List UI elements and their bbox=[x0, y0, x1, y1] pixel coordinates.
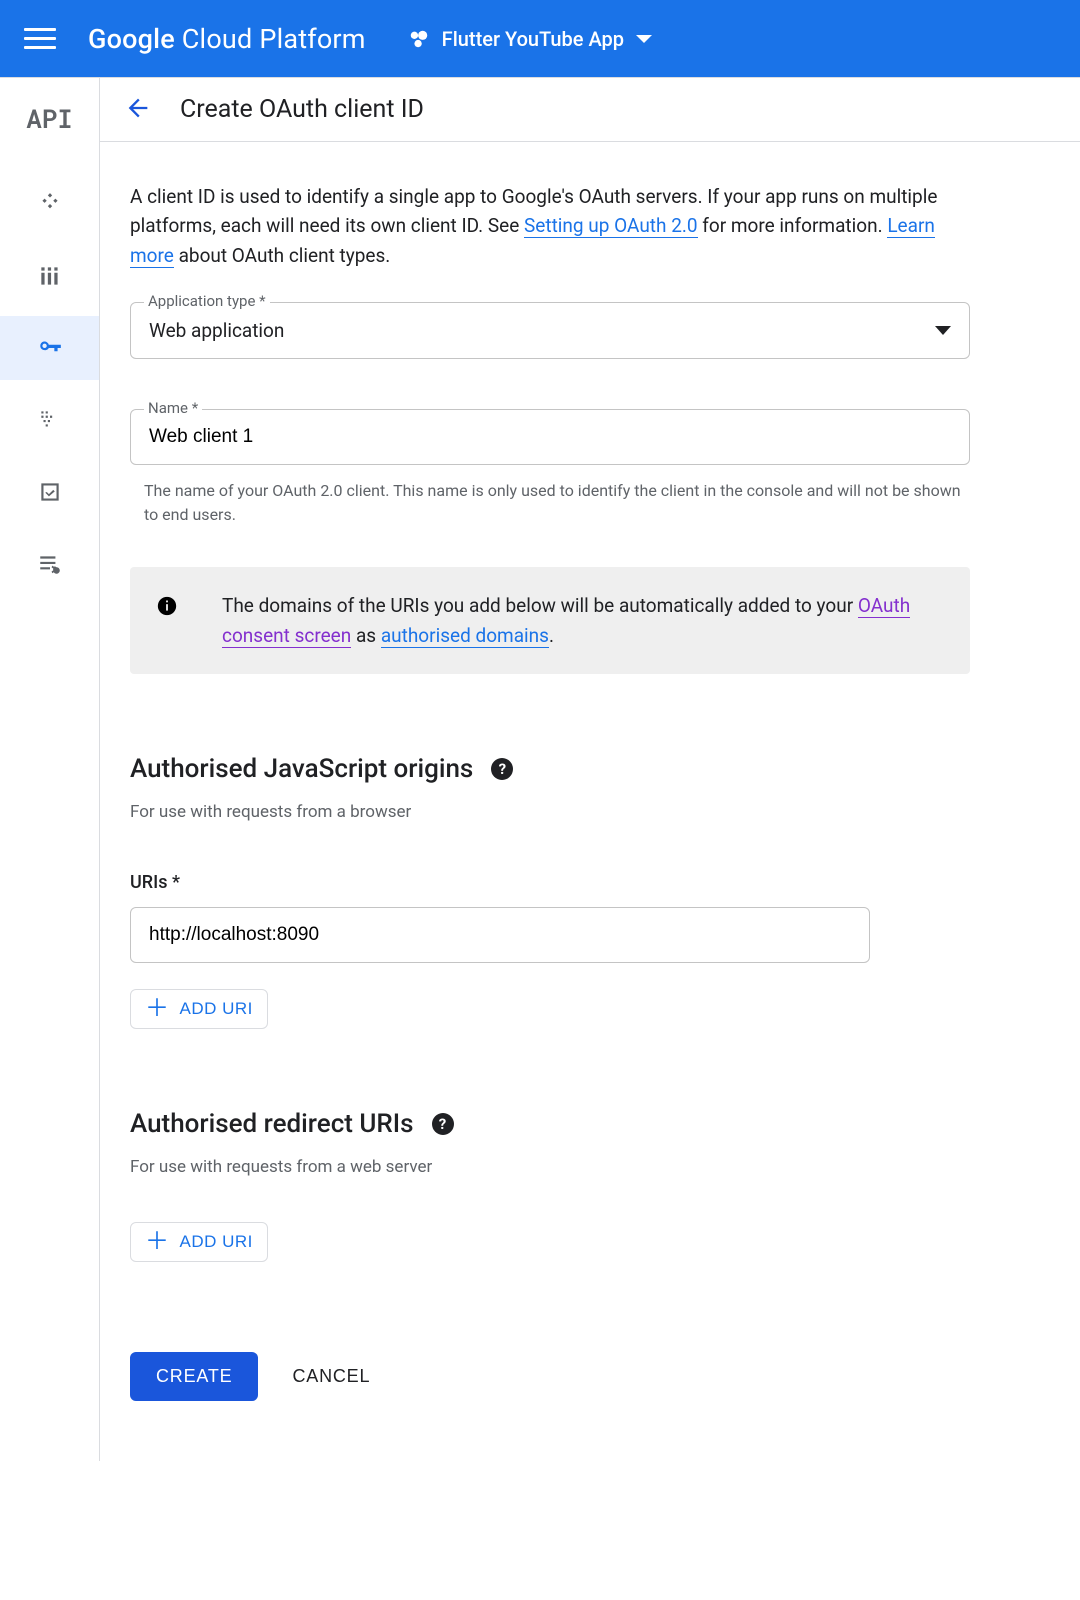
create-button[interactable]: CREATE bbox=[130, 1352, 258, 1401]
intro-text: for more information. bbox=[702, 214, 887, 237]
rail-item-oauth-consent[interactable] bbox=[0, 388, 99, 452]
project-picker[interactable]: Flutter YouTube App bbox=[408, 27, 652, 51]
section-js-origins: Authorised JavaScript origins ? bbox=[130, 754, 970, 784]
project-hex-icon bbox=[408, 28, 430, 50]
top-bar: Google Cloud Platform Flutter YouTube Ap… bbox=[0, 0, 1080, 78]
name-input[interactable] bbox=[130, 409, 970, 465]
help-icon[interactable]: ? bbox=[432, 1113, 454, 1135]
add-uri-label: ADD URI bbox=[180, 1232, 253, 1252]
caret-down-icon bbox=[636, 35, 652, 43]
add-uri-button-redirects[interactable]: ＋ ADD URI bbox=[130, 1222, 268, 1262]
main: Create OAuth client ID A client ID is us… bbox=[100, 78, 1080, 1461]
info-text: The domains of the URIs you add below wi… bbox=[222, 591, 944, 650]
key-icon bbox=[37, 335, 63, 361]
brand-rest: Cloud Platform bbox=[175, 23, 366, 55]
consent-icon bbox=[37, 407, 63, 433]
intro-text: about OAuth client types. bbox=[179, 244, 391, 267]
form-actions: CREATE CANCEL bbox=[130, 1352, 970, 1401]
rail-item-page-usage[interactable] bbox=[0, 532, 99, 596]
plus-icon: ＋ bbox=[145, 997, 170, 1021]
uris-label: URIs * bbox=[130, 872, 970, 893]
section-redirect-uris: Authorised redirect URIs ? bbox=[130, 1109, 970, 1139]
js-origins-heading: Authorised JavaScript origins bbox=[130, 754, 473, 784]
arrow-left-icon bbox=[124, 94, 152, 122]
info-box: The domains of the URIs you add below wi… bbox=[130, 567, 970, 674]
link-setup-oauth[interactable]: Setting up OAuth 2.0 bbox=[524, 214, 698, 238]
list-settings-icon bbox=[37, 551, 63, 577]
dropdown-caret-icon bbox=[935, 326, 951, 335]
brand-word-google: Google bbox=[88, 23, 175, 55]
name-helper-text: The name of your OAuth 2.0 client. This … bbox=[144, 479, 966, 527]
intro-paragraph: A client ID is used to identify a single… bbox=[130, 182, 970, 270]
field-client-name: Name * bbox=[130, 409, 970, 465]
plus-icon: ＋ bbox=[145, 1230, 170, 1254]
page-title: Create OAuth client ID bbox=[180, 95, 424, 124]
app-type-label: Application type * bbox=[144, 292, 270, 310]
link-authorised-domains[interactable]: authorised domains bbox=[381, 624, 549, 648]
content: A client ID is used to identify a single… bbox=[100, 142, 1000, 1461]
app-type-value: Web application bbox=[149, 319, 284, 342]
check-box-icon bbox=[37, 479, 63, 505]
rail-item-dashboard[interactable] bbox=[0, 172, 99, 236]
page-header: Create OAuth client ID bbox=[100, 78, 1080, 142]
cancel-button[interactable]: CANCEL bbox=[292, 1366, 370, 1387]
api-section-label: API bbox=[26, 102, 73, 136]
left-rail: API bbox=[0, 78, 100, 1461]
js-origins-subtext: For use with requests from a browser bbox=[130, 802, 970, 822]
add-uri-button-origins[interactable]: ＋ ADD URI bbox=[130, 989, 268, 1029]
rail-item-credentials[interactable] bbox=[0, 316, 99, 380]
redirect-uris-heading: Authorised redirect URIs bbox=[130, 1109, 414, 1139]
rail-item-library[interactable] bbox=[0, 244, 99, 308]
app-type-select[interactable]: Web application bbox=[130, 302, 970, 359]
project-name: Flutter YouTube App bbox=[442, 27, 624, 51]
redirect-uris-subtext: For use with requests from a web server bbox=[130, 1157, 970, 1177]
help-icon[interactable]: ? bbox=[491, 758, 513, 780]
field-application-type: Application type * Web application bbox=[130, 302, 970, 359]
platform-brand: Google Cloud Platform bbox=[88, 23, 366, 55]
hamburger-menu-icon[interactable] bbox=[24, 23, 56, 55]
rail-item-domain-verification[interactable] bbox=[0, 460, 99, 524]
info-icon bbox=[156, 595, 178, 617]
uri-input-0[interactable] bbox=[130, 907, 870, 963]
library-icon bbox=[37, 263, 63, 289]
name-label: Name * bbox=[144, 399, 202, 417]
dashboard-icon bbox=[37, 191, 63, 217]
back-button[interactable] bbox=[124, 94, 152, 126]
add-uri-label: ADD URI bbox=[180, 999, 253, 1019]
